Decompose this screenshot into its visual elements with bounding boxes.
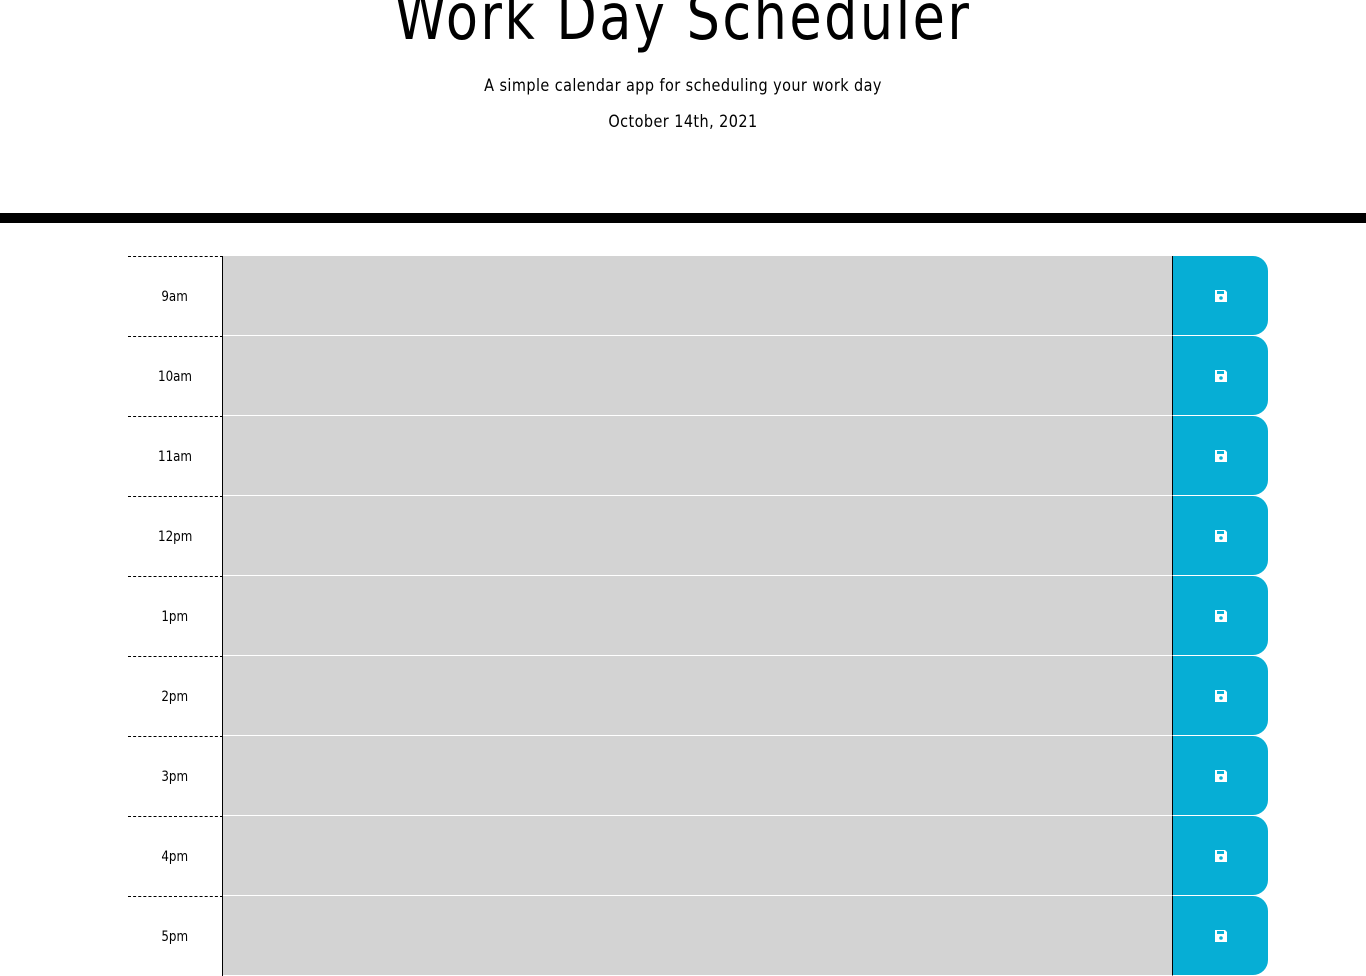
event-description-input[interactable] — [223, 736, 1173, 816]
header: Work Day Scheduler A simple calendar app… — [0, 0, 1366, 223]
save-icon — [1214, 769, 1227, 782]
save-icon — [1214, 689, 1227, 702]
save-icon — [1214, 529, 1227, 542]
save-icon — [1214, 849, 1227, 862]
page-title: Work Day Scheduler — [394, 0, 972, 55]
hour-text: 10am — [157, 368, 193, 385]
hour-label: 10am — [128, 336, 223, 416]
current-day: October 14th, 2021 — [608, 112, 758, 132]
schedule-container: 9am 10am 11am 12pm 1pm 2pm 3pm 4pm 5pm — [128, 256, 1268, 976]
time-block-row: 3pm — [128, 736, 1268, 816]
time-block-row: 1pm — [128, 576, 1268, 656]
save-button[interactable] — [1173, 816, 1268, 895]
save-icon — [1214, 929, 1227, 942]
time-block-row: 12pm — [128, 496, 1268, 576]
hour-text: 12pm — [157, 528, 193, 545]
hour-text: 4pm — [161, 848, 189, 865]
time-block-row: 10am — [128, 336, 1268, 416]
save-icon — [1214, 449, 1227, 462]
hour-text: 3pm — [161, 768, 189, 785]
event-description-input[interactable] — [223, 656, 1173, 736]
event-description-input[interactable] — [223, 816, 1173, 896]
event-description-input[interactable] — [223, 256, 1173, 336]
hour-label: 3pm — [128, 736, 223, 816]
time-block-row: 2pm — [128, 656, 1268, 736]
time-block-row: 5pm — [128, 896, 1268, 976]
save-button[interactable] — [1173, 496, 1268, 575]
page-subtitle: A simple calendar app for scheduling you… — [484, 76, 882, 96]
event-description-input[interactable] — [223, 496, 1173, 576]
save-button[interactable] — [1173, 896, 1268, 975]
save-button[interactable] — [1173, 656, 1268, 735]
event-description-input[interactable] — [223, 416, 1173, 496]
hour-label: 11am — [128, 416, 223, 496]
save-button[interactable] — [1173, 736, 1268, 815]
save-button[interactable] — [1173, 576, 1268, 655]
save-icon — [1214, 609, 1227, 622]
hour-text: 11am — [157, 448, 193, 465]
hour-label: 1pm — [128, 576, 223, 656]
save-button[interactable] — [1173, 336, 1268, 415]
header-divider — [0, 213, 1366, 223]
hour-label: 9am — [128, 256, 223, 336]
hour-text: 9am — [161, 288, 189, 305]
hour-text: 5pm — [161, 928, 189, 945]
save-button[interactable] — [1173, 256, 1268, 335]
hour-label: 12pm — [128, 496, 223, 576]
time-block-row: 11am — [128, 416, 1268, 496]
hour-text: 2pm — [161, 688, 189, 705]
event-description-input[interactable] — [223, 896, 1173, 976]
save-icon — [1214, 369, 1227, 382]
hour-label: 4pm — [128, 816, 223, 896]
event-description-input[interactable] — [223, 336, 1173, 416]
hour-label: 2pm — [128, 656, 223, 736]
hour-text: 1pm — [161, 608, 189, 625]
time-block-row: 9am — [128, 256, 1268, 336]
event-description-input[interactable] — [223, 576, 1173, 656]
save-button[interactable] — [1173, 416, 1268, 495]
hour-label: 5pm — [128, 896, 223, 976]
save-icon — [1214, 289, 1227, 302]
time-block-row: 4pm — [128, 816, 1268, 896]
